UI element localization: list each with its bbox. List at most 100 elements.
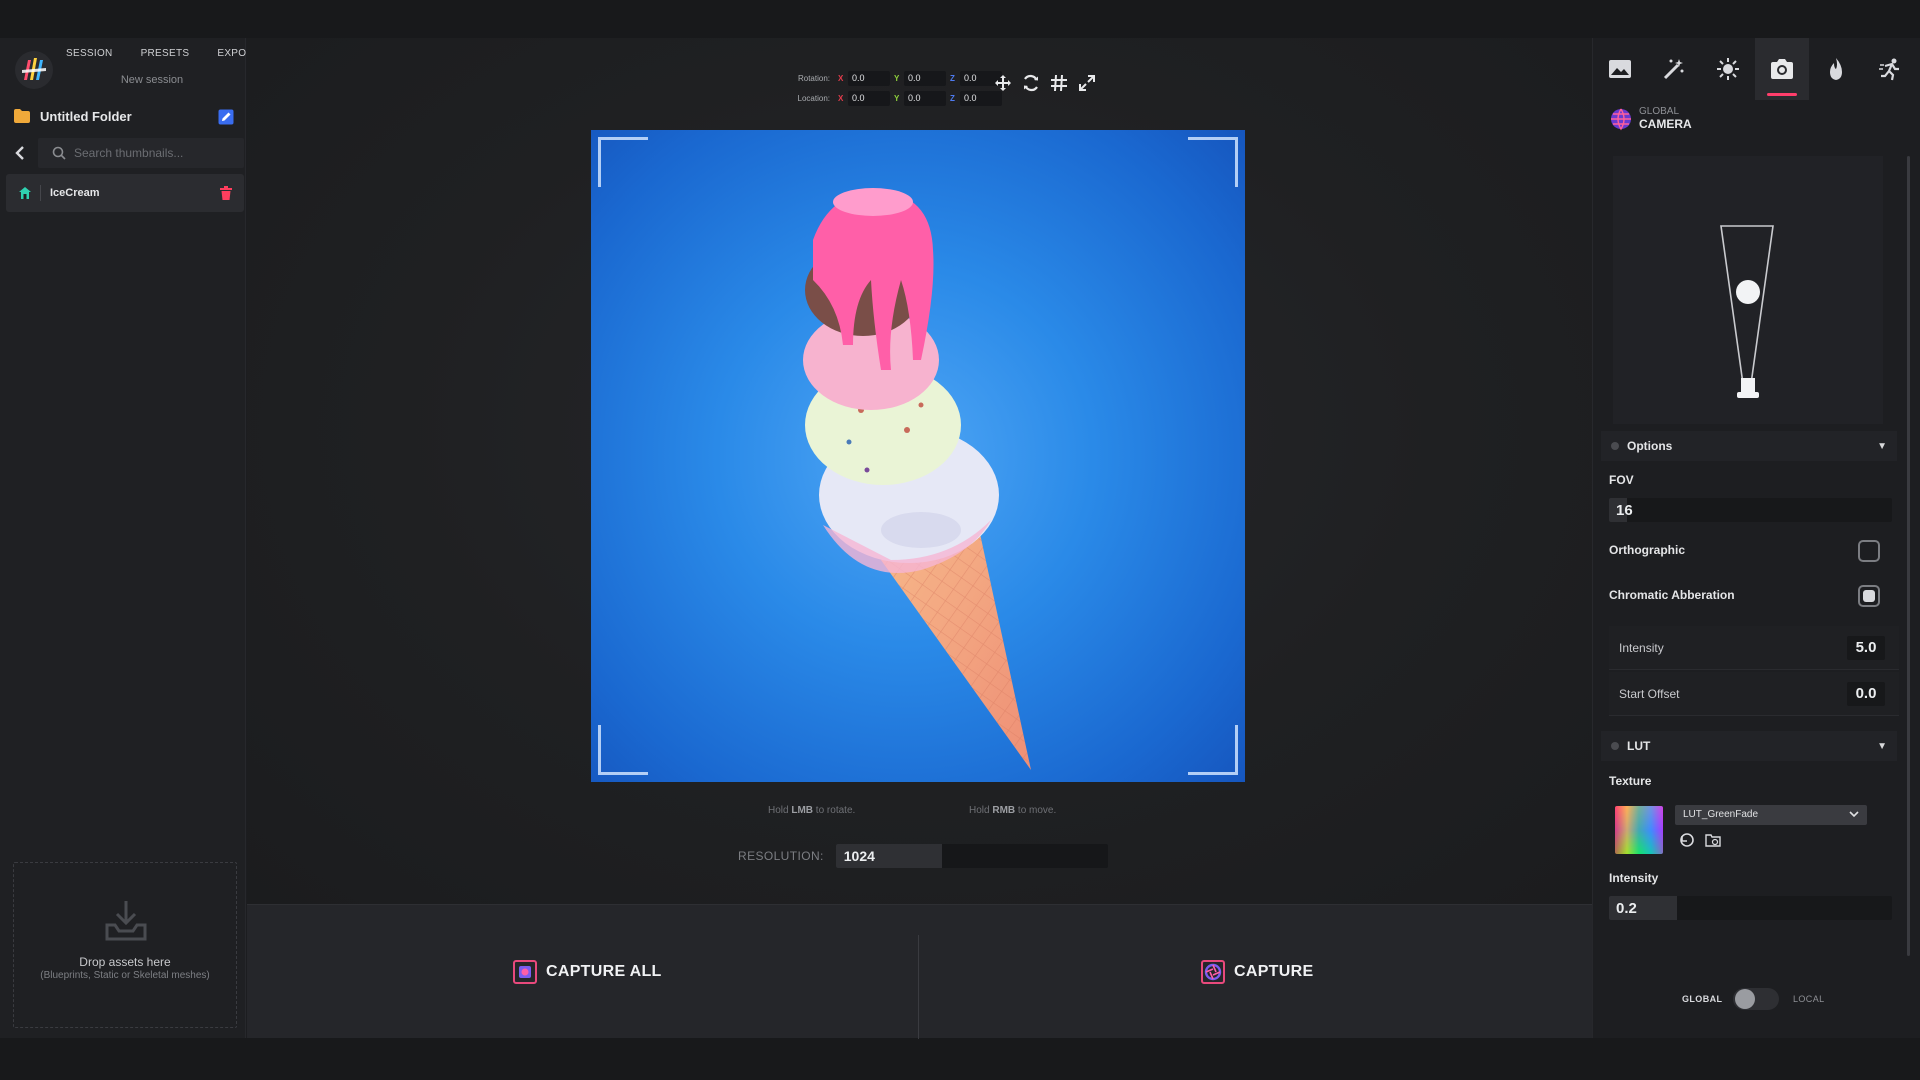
space-toggle-row: GLOBAL LOCAL [1593, 978, 1920, 1018]
frame-corner-bottom-right [1188, 725, 1238, 775]
lut-intensity-label: Intensity [1609, 871, 1659, 885]
capture-bar: CAPTURE ALL CAPTURE [247, 904, 1592, 1039]
right-scrollbar[interactable] [1907, 156, 1910, 956]
lut-title: LUT [1627, 739, 1651, 753]
capture-divider [918, 935, 919, 1039]
location-z-axis: Z [950, 93, 955, 103]
orthographic-checkbox[interactable] [1858, 540, 1880, 562]
globe-icon [1611, 108, 1631, 130]
trash-icon[interactable] [220, 186, 232, 200]
rotate-hint: Hold LMB to rotate. [768, 805, 856, 816]
ca-intensity-label: Intensity [1619, 641, 1664, 655]
menu-session[interactable]: SESSION [66, 48, 113, 59]
chromatic-aberration-checkbox[interactable] [1858, 585, 1880, 607]
edit-icon[interactable] [218, 109, 234, 125]
tab-effects[interactable] [1647, 38, 1701, 100]
global-label: GLOBAL [1682, 994, 1723, 1004]
lut-intensity-slider[interactable]: 0.2 [1609, 896, 1892, 920]
move-hint: Hold RMB to move. [969, 805, 1057, 816]
capture-all-icon [513, 960, 537, 984]
orthographic-label: Orthographic [1609, 543, 1686, 557]
resolution-slider[interactable]: 1024 [835, 844, 1108, 868]
ca-start-offset-input[interactable]: 0.0 [1847, 682, 1885, 706]
ice-cream-render [803, 188, 1031, 770]
capture-all-button[interactable]: CAPTURE ALL [512, 957, 662, 987]
move-icon[interactable] [994, 74, 1012, 92]
download-tray-icon [105, 901, 147, 941]
capture-label: CAPTURE [1234, 963, 1314, 980]
ca-intensity-row: Intensity 5.0 [1609, 626, 1899, 670]
tab-lighting[interactable] [1701, 38, 1755, 100]
left-panel: SESSION PRESETS EXPORT New session Untit… [0, 38, 260, 1038]
image-icon [1609, 60, 1631, 78]
search-icon [52, 146, 66, 160]
lut-texture-label: Texture [1609, 774, 1652, 788]
sun-icon [1717, 58, 1739, 80]
local-label: LOCAL [1793, 994, 1825, 1004]
location-z-input[interactable]: 0.0 [960, 90, 1002, 106]
grid-icon[interactable] [1050, 74, 1068, 92]
drop-zone[interactable]: Drop assets here (Blueprints, Static or … [13, 862, 237, 1028]
camera-title: CAMERA [1639, 117, 1692, 131]
tab-camera[interactable] [1755, 38, 1809, 100]
search-input[interactable] [74, 138, 234, 168]
search-box [38, 138, 244, 168]
asset-name: IceCream [50, 187, 100, 199]
ca-intensity-input[interactable]: 5.0 [1847, 636, 1885, 660]
asset-separator [40, 185, 41, 201]
tab-image[interactable] [1593, 38, 1647, 100]
location-label: Location: [797, 93, 830, 103]
flame-icon [1830, 58, 1842, 80]
folder-icon [14, 109, 30, 123]
ca-start-offset-label: Start Offset [1619, 687, 1680, 701]
rotation-y-input[interactable]: 0.0 [904, 70, 946, 86]
back-button[interactable] [6, 138, 34, 168]
folder-row[interactable]: Untitled Folder [6, 100, 240, 132]
main-menu: SESSION PRESETS EXPORT [66, 48, 260, 59]
rotation-z-axis: Z [950, 73, 955, 83]
lut-section-header[interactable]: LUT ▼ [1601, 731, 1897, 761]
rotation-x-input[interactable]: 0.0 [848, 70, 890, 86]
global-local-toggle[interactable] [1733, 988, 1779, 1010]
resolution-control: RESOLUTION: 1024 [738, 844, 1108, 868]
browse-folder-icon[interactable] [1705, 832, 1721, 848]
rotation-x-axis: X [838, 73, 844, 83]
transform-panel: Rotation: X 0.0 Y 0.0 Z 0.0 Location: X … [792, 68, 1006, 108]
rotate-icon[interactable] [1022, 74, 1040, 92]
camera-header: GLOBAL CAMERA [1609, 106, 1692, 131]
location-row: Location: X 0.0 Y 0.0 Z 0.0 [792, 88, 1006, 108]
fov-label: FOV [1609, 473, 1634, 487]
lut-intensity-value: 0.2 [1616, 900, 1637, 917]
resolution-value: 1024 [843, 848, 875, 864]
search-row [6, 138, 244, 168]
options-section-header[interactable]: Options ▼ [1601, 431, 1897, 461]
location-x-input[interactable]: 0.0 [848, 90, 890, 106]
camera-icon [1771, 59, 1793, 79]
fov-value: 16 [1616, 502, 1633, 519]
tab-animation[interactable] [1863, 38, 1917, 100]
chromatic-aberration-label: Chromatic Abberation [1609, 588, 1735, 602]
session-name[interactable]: New session [66, 74, 238, 86]
location-y-input[interactable]: 0.0 [904, 90, 946, 106]
camera-frustum-view[interactable] [1613, 156, 1883, 424]
right-tabs [1593, 38, 1920, 100]
menu-presets[interactable]: PRESETS [141, 48, 190, 59]
rotation-y-axis: Y [894, 73, 900, 83]
app-logo-icon [15, 51, 53, 89]
tab-fx[interactable] [1809, 38, 1863, 100]
render-preview[interactable] [591, 130, 1245, 782]
asset-item[interactable]: IceCream [6, 174, 244, 212]
toggle-knob [1735, 989, 1755, 1009]
mesh-icon [19, 187, 31, 199]
capture-button[interactable]: CAPTURE [1200, 957, 1313, 987]
fullscreen-icon[interactable] [1078, 74, 1096, 92]
frame-corner-bottom-left [598, 725, 648, 775]
bottom-strip [0, 1038, 1920, 1080]
lut-texture-thumbnail[interactable] [1615, 806, 1663, 854]
fov-field[interactable]: 16 [1609, 498, 1892, 522]
reset-icon[interactable] [1679, 832, 1695, 848]
lut-texture-select[interactable]: LUT_GreenFade [1675, 805, 1867, 825]
capture-all-label: CAPTURE ALL [546, 963, 662, 980]
drop-title: Drop assets here [79, 955, 171, 969]
chevron-left-icon [15, 146, 24, 160]
